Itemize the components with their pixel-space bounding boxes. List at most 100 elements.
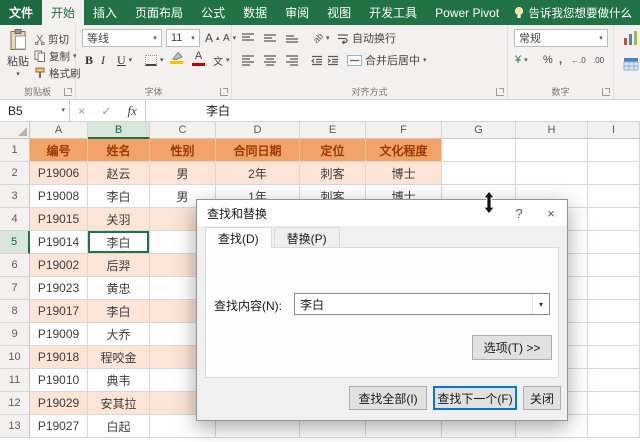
help-icon[interactable]: ? bbox=[503, 200, 535, 226]
format-painter-button[interactable]: 格式刷 bbox=[34, 65, 81, 81]
select-all-corner[interactable] bbox=[0, 122, 30, 139]
column-header-I[interactable]: I bbox=[588, 122, 640, 139]
find-all-button[interactable]: 查找全部(I) bbox=[349, 386, 427, 410]
paste-button[interactable]: 粘贴 ▾ bbox=[4, 28, 32, 86]
font-name-select[interactable]: 等线 ▾ bbox=[82, 29, 162, 47]
align-bottom-button[interactable] bbox=[282, 29, 302, 47]
cell-I9[interactable] bbox=[588, 323, 640, 346]
row-header-8[interactable]: 8 bbox=[0, 300, 30, 323]
font-size-select[interactable]: 11 ▾ bbox=[166, 29, 200, 47]
cell-B2[interactable]: 赵云 bbox=[88, 162, 150, 185]
cell-B12[interactable]: 安其拉 bbox=[88, 392, 150, 415]
close-icon[interactable]: × bbox=[535, 200, 567, 226]
find-what-input[interactable]: 李白 ▾ bbox=[294, 293, 550, 315]
cell-A5[interactable]: P19014 bbox=[30, 231, 88, 254]
cell-B7[interactable]: 黄忠 bbox=[88, 277, 150, 300]
cell-H1[interactable] bbox=[516, 139, 588, 162]
row-header-12[interactable]: 12 bbox=[0, 392, 30, 415]
cell-B5[interactable]: 李白 bbox=[88, 231, 150, 254]
row-header-11[interactable]: 11 bbox=[0, 369, 30, 392]
percent-style-button[interactable]: % bbox=[540, 51, 556, 69]
borders-button[interactable]: ▾ bbox=[142, 51, 167, 69]
cell-B9[interactable]: 大乔 bbox=[88, 323, 150, 346]
align-top-button[interactable] bbox=[238, 29, 258, 47]
copy-button[interactable]: 复制 ▾ bbox=[34, 48, 77, 64]
cell-I8[interactable] bbox=[588, 300, 640, 323]
options-button[interactable]: 选项(T) >> bbox=[472, 335, 552, 360]
cell-I1[interactable] bbox=[588, 139, 640, 162]
cell-I2[interactable] bbox=[588, 162, 640, 185]
cell-C1[interactable]: 性别 bbox=[150, 139, 216, 162]
cell-A9[interactable]: P19009 bbox=[30, 323, 88, 346]
column-header-G[interactable]: G bbox=[442, 122, 516, 139]
cell-B6[interactable]: 后羿 bbox=[88, 254, 150, 277]
cell-E2[interactable]: 刺客 bbox=[300, 162, 366, 185]
accounting-format-button[interactable]: ¥ ▾ bbox=[512, 51, 531, 69]
cell-B3[interactable]: 李白 bbox=[88, 185, 150, 208]
row-header-6[interactable]: 6 bbox=[0, 254, 30, 277]
row-header-10[interactable]: 10 bbox=[0, 346, 30, 369]
ribbon-tab-developer[interactable]: 开发工具 bbox=[360, 0, 426, 25]
ribbon-tab-review[interactable]: 审阅 bbox=[276, 0, 318, 25]
format-as-table-icon[interactable] bbox=[620, 55, 640, 73]
row-header-3[interactable]: 3 bbox=[0, 185, 30, 208]
chevron-down-icon[interactable]: ▾ bbox=[532, 294, 549, 314]
cell-I6[interactable] bbox=[588, 254, 640, 277]
row-header-7[interactable]: 7 bbox=[0, 277, 30, 300]
align-center-button[interactable] bbox=[260, 51, 280, 69]
cell-A13[interactable]: P19027 bbox=[30, 415, 88, 438]
enter-icon[interactable]: ✓ bbox=[101, 104, 111, 118]
phonetic-guide-button[interactable]: 文 ▾ bbox=[210, 51, 233, 69]
alignment-dialog-launcher-icon[interactable] bbox=[496, 88, 504, 96]
font-dialog-launcher-icon[interactable] bbox=[220, 88, 228, 96]
cell-I4[interactable] bbox=[588, 208, 640, 231]
row-header-2[interactable]: 2 bbox=[0, 162, 30, 185]
cell-A8[interactable]: P19017 bbox=[30, 300, 88, 323]
cell-I7[interactable] bbox=[588, 277, 640, 300]
ribbon-tab-formulas[interactable]: 公式 bbox=[192, 0, 234, 25]
cancel-icon[interactable]: × bbox=[78, 104, 85, 118]
cell-C2[interactable]: 男 bbox=[150, 162, 216, 185]
cell-B13[interactable]: 白起 bbox=[88, 415, 150, 438]
clipboard-dialog-launcher-icon[interactable] bbox=[64, 88, 72, 96]
tab-find[interactable]: 查找(D) bbox=[205, 227, 272, 248]
ribbon-tab-home[interactable]: 开始 bbox=[42, 0, 85, 25]
align-middle-button[interactable] bbox=[260, 29, 280, 47]
cell-A1[interactable]: 编号 bbox=[30, 139, 88, 162]
column-header-C[interactable]: C bbox=[150, 122, 216, 139]
dialog-titlebar[interactable]: 查找和替换 ? × bbox=[197, 200, 567, 226]
underline-button[interactable]: U ▾ bbox=[114, 51, 135, 69]
tell-me-box[interactable]: 告诉我您想要做什么 bbox=[513, 0, 640, 25]
column-header-E[interactable]: E bbox=[300, 122, 366, 139]
column-header-D[interactable]: D bbox=[216, 122, 300, 139]
cell-G2[interactable] bbox=[442, 162, 516, 185]
cell-A3[interactable]: P19008 bbox=[30, 185, 88, 208]
cell-B11[interactable]: 典韦 bbox=[88, 369, 150, 392]
cell-I10[interactable] bbox=[588, 346, 640, 369]
align-left-button[interactable] bbox=[238, 51, 258, 69]
chevron-down-icon[interactable]: ▾ bbox=[61, 107, 65, 114]
cell-I11[interactable] bbox=[588, 369, 640, 392]
cell-I13[interactable] bbox=[588, 415, 640, 438]
cell-B1[interactable]: 姓名 bbox=[88, 139, 150, 162]
fill-color-button[interactable] bbox=[170, 51, 183, 64]
cell-H2[interactable] bbox=[516, 162, 588, 185]
ribbon-tab-view[interactable]: 视图 bbox=[318, 0, 360, 25]
row-header-5[interactable]: 5 bbox=[0, 231, 30, 254]
find-next-button[interactable]: 查找下一个(F) bbox=[433, 386, 517, 410]
cell-I12[interactable] bbox=[588, 392, 640, 415]
cell-G1[interactable] bbox=[442, 139, 516, 162]
column-header-B[interactable]: B bbox=[88, 122, 150, 139]
orientation-button[interactable]: ab ▾ bbox=[310, 29, 333, 47]
row-header-1[interactable]: 1 bbox=[0, 139, 30, 162]
increase-indent-button[interactable] bbox=[324, 51, 342, 69]
wrap-text-button[interactable]: 自动换行 bbox=[334, 29, 399, 47]
increase-decimal-button[interactable]: ←.0 bbox=[568, 51, 589, 69]
column-header-H[interactable]: H bbox=[516, 122, 588, 139]
ribbon-tab-data[interactable]: 数据 bbox=[234, 0, 276, 25]
bold-button[interactable]: B bbox=[82, 51, 96, 69]
cell-E1[interactable]: 定位 bbox=[300, 139, 366, 162]
cell-B8[interactable]: 李白 bbox=[88, 300, 150, 323]
cell-F1[interactable]: 文化程度 bbox=[366, 139, 442, 162]
number-format-select[interactable]: 常规 ▾ bbox=[514, 29, 608, 47]
